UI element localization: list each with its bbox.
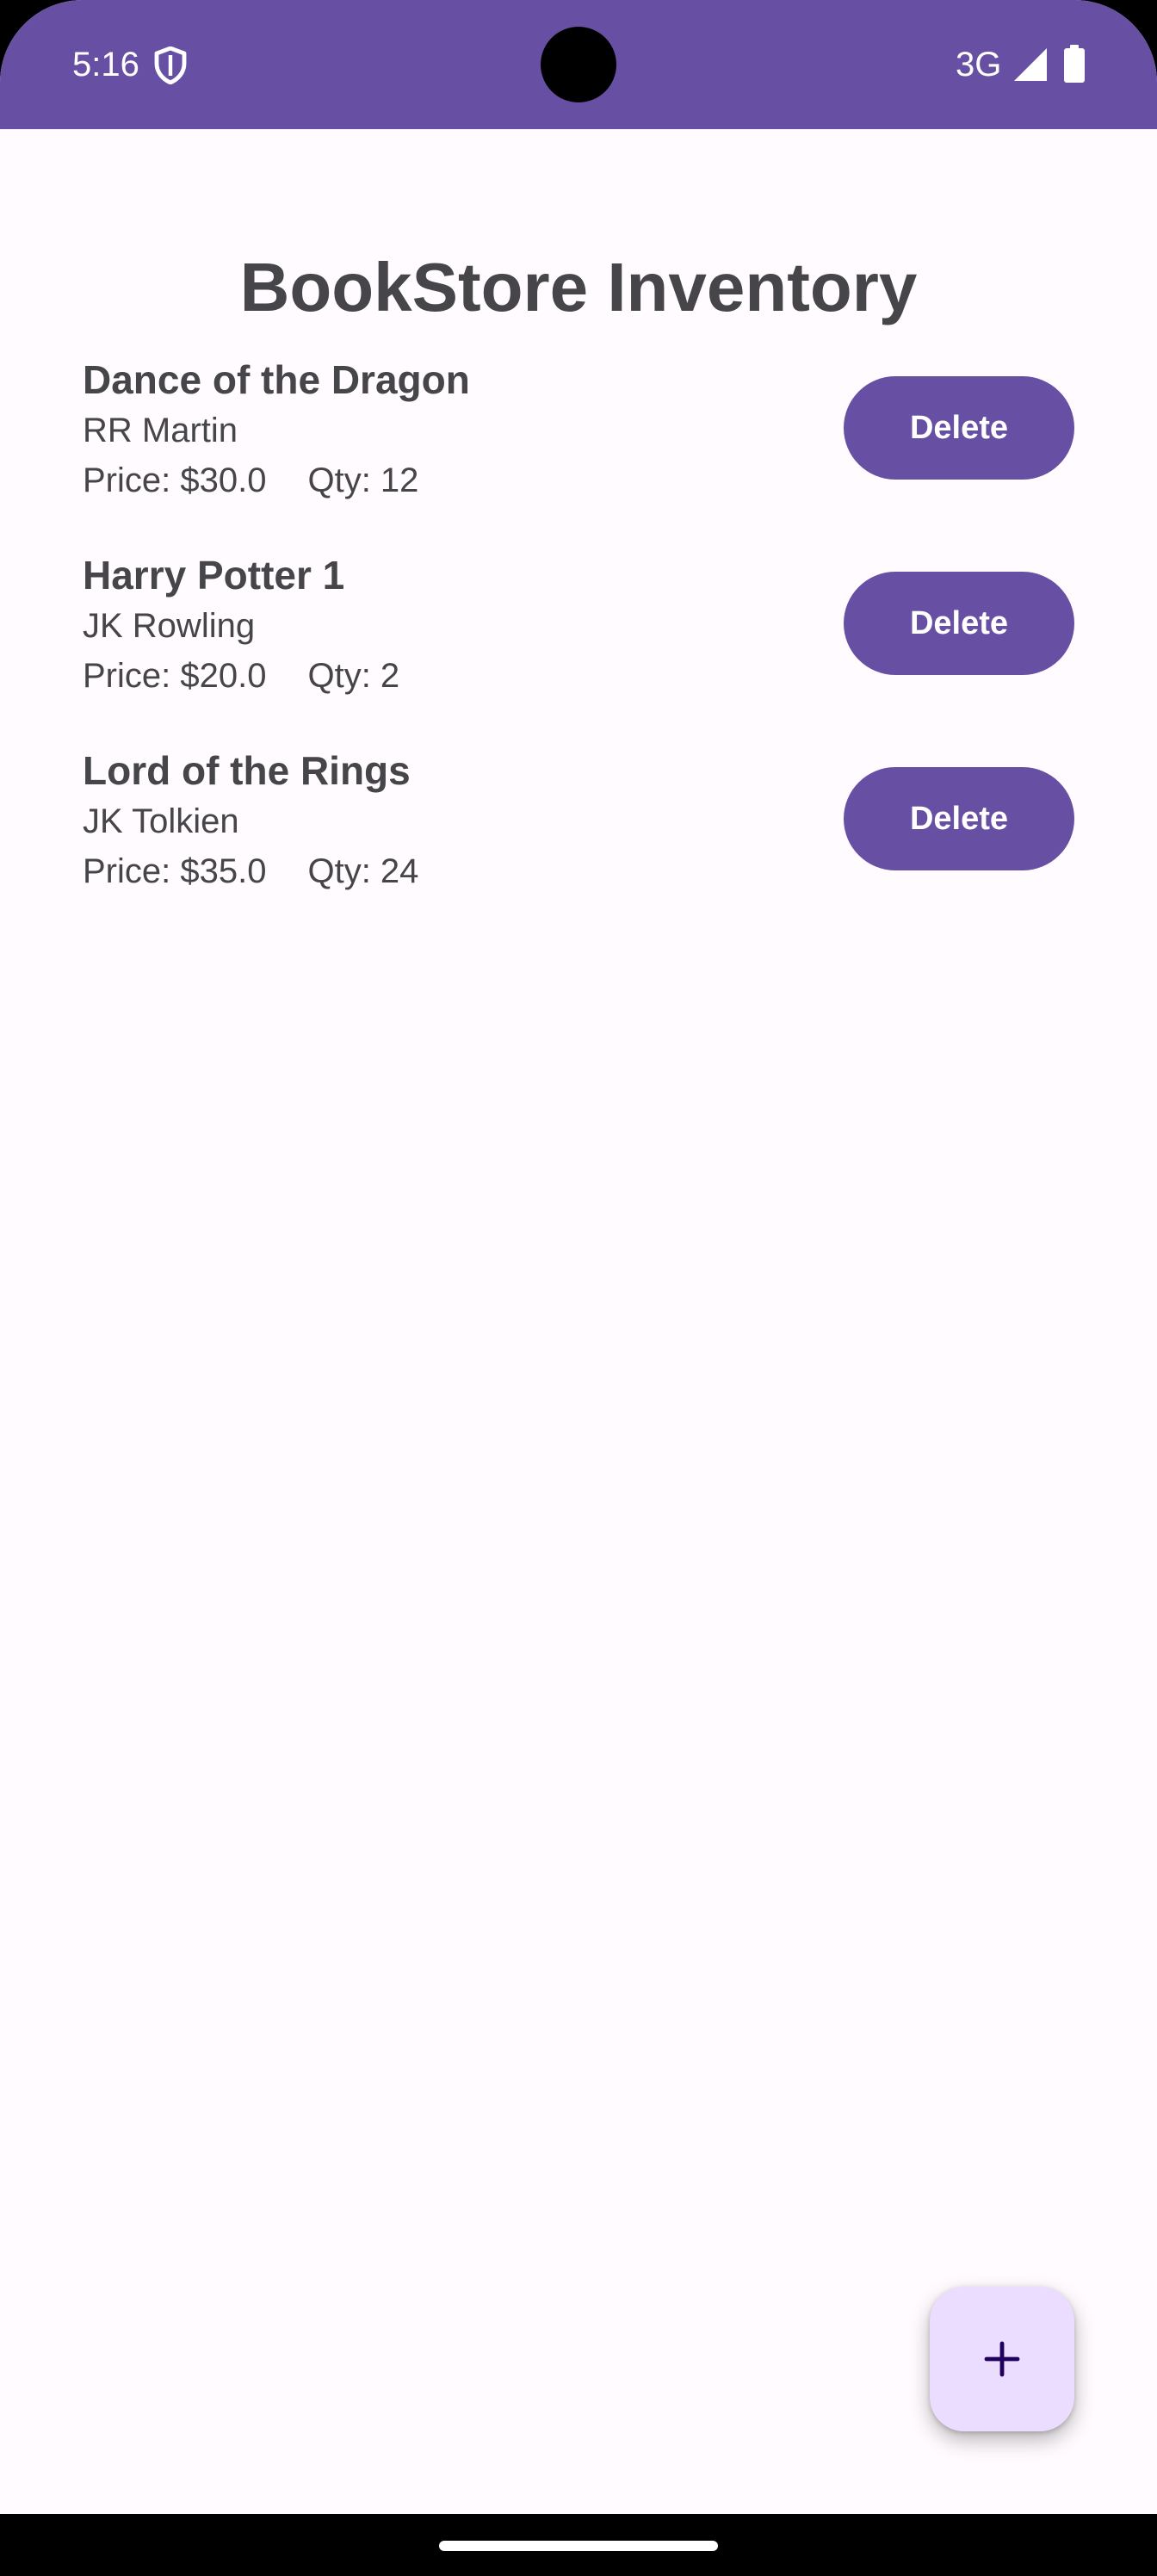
book-author: JK Rowling [83, 607, 256, 645]
book-price: Price: $20.0 [83, 657, 267, 695]
signal-icon [1014, 48, 1047, 81]
book-author: RR Martin [83, 412, 238, 449]
book-list: Dance of the Dragon RR Martin Price: $30… [83, 350, 1074, 936]
book-meta: Price: $20.0 Qty: 2 [83, 652, 399, 700]
network-type: 3G [956, 46, 1002, 84]
book-quantity: Qty: 12 [307, 461, 419, 499]
battery-icon [1064, 45, 1085, 83]
book-row: Dance of the Dragon RR Martin Price: $30… [83, 350, 1074, 545]
gesture-nav-handle[interactable] [439, 2541, 718, 2551]
delete-button[interactable]: Delete [844, 572, 1074, 675]
book-quantity: Qty: 24 [307, 852, 419, 890]
book-quantity: Qty: 2 [307, 657, 400, 695]
book-author: JK Tolkien [83, 802, 239, 840]
plus-icon [984, 2341, 1020, 2377]
book-row: Lord of the Rings JK Tolkien Price: $35.… [83, 740, 1074, 936]
delete-button[interactable]: Delete [844, 376, 1074, 480]
book-title: Lord of the Rings [83, 748, 411, 793]
page-title: BookStore Inventory [239, 248, 918, 325]
app-screen: 5:16 3G BookStore Inventory Dance of the… [0, 0, 1157, 2514]
add-book-button[interactable] [930, 2287, 1074, 2431]
book-meta: Price: $35.0 Qty: 24 [83, 847, 418, 895]
status-time: 5:16 [72, 46, 139, 84]
camera-cutout [541, 27, 616, 102]
delete-button[interactable]: Delete [844, 767, 1074, 870]
book-meta: Price: $30.0 Qty: 12 [83, 456, 418, 505]
book-title: Harry Potter 1 [83, 553, 345, 598]
shield-icon [154, 46, 187, 84]
status-bar: 5:16 3G [0, 0, 1157, 129]
book-title: Dance of the Dragon [83, 357, 470, 402]
book-price: Price: $30.0 [83, 461, 267, 499]
book-row: Harry Potter 1 JK Rowling Price: $20.0 Qt… [83, 545, 1074, 740]
book-price: Price: $35.0 [83, 852, 267, 890]
